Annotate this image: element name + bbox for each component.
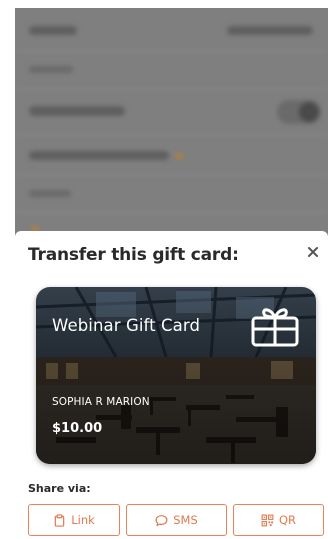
share-qr-button[interactable]: QR (233, 504, 324, 536)
share-qr-label: QR (278, 513, 297, 527)
transfer-sheet: Transfer this gift card: Webinar Gift Ca… (15, 231, 328, 539)
background-page-overlay (15, 8, 328, 239)
share-link-button[interactable]: Link (28, 504, 120, 536)
qr-code-icon (261, 514, 274, 526)
gift-card-name: Webinar Gift Card (52, 316, 201, 335)
card-holder-name: SOPHIA R MARION (52, 396, 150, 408)
gift-card: Webinar Gift Card SOPHIA R MARION $10.00 (36, 287, 316, 464)
gift-icon (251, 308, 299, 347)
close-icon[interactable] (305, 244, 321, 260)
share-via-label: Share via: (28, 482, 91, 495)
share-sms-label: SMS (173, 513, 198, 527)
chat-bubble-icon (155, 514, 168, 526)
clipboard-icon (54, 513, 65, 527)
sheet-title: Transfer this gift card: (28, 245, 239, 265)
share-sms-button[interactable]: SMS (126, 504, 227, 536)
share-link-label: Link (71, 513, 95, 527)
card-balance: $10.00 (52, 421, 103, 436)
